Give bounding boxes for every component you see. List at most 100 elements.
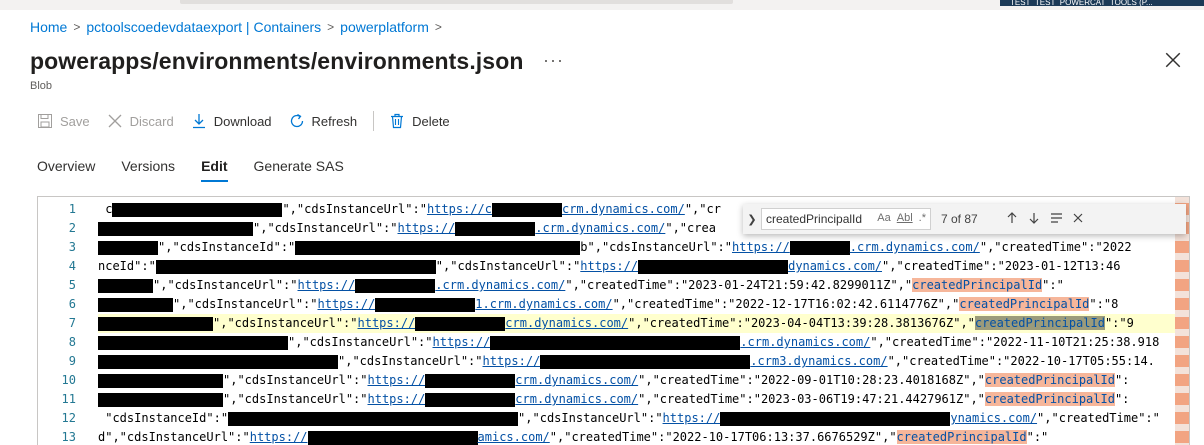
ruler-match-marker <box>1175 393 1189 405</box>
chevron-right-icon: > <box>327 20 335 34</box>
line-number: 11 <box>61 392 76 406</box>
search-match: createdPrincipalId <box>959 297 1090 311</box>
code-token: nceId":" <box>98 259 156 273</box>
code-token: ","cdsInstanceUrl":" <box>435 259 581 273</box>
redaction-block <box>155 259 436 274</box>
url-token: .crm.dynamics.com/ <box>435 278 566 292</box>
chevron-right-icon: > <box>73 20 81 34</box>
match-whole-word-button[interactable]: Abl <box>897 212 913 224</box>
url-token: crm.dynamics.com/ <box>515 373 639 387</box>
url-token: https:// <box>732 240 790 254</box>
tab-edit[interactable]: Edit <box>201 158 228 182</box>
url-token: .crm.dynamics.com/ <box>740 335 871 349</box>
code-line[interactable]: ","cdsInstanceUrl":"https:// .crm.dynamic… <box>98 276 1064 295</box>
line-number: 13 <box>61 430 76 444</box>
save-button[interactable]: Save <box>36 110 90 132</box>
code-line[interactable]: ","cdsInstanceUrl":"https:// crm.dynamics… <box>98 314 1189 333</box>
previous-match-button[interactable] <box>1001 211 1023 227</box>
account-directory[interactable]: TEST_TEST_POWERCAT_TOOLS (P... <box>1000 0 1204 6</box>
line-number: 6 <box>68 297 76 311</box>
redaction-block <box>98 278 153 293</box>
breadcrumb-containers[interactable]: pctoolscoedevdataexport | Containers <box>86 19 321 35</box>
code-token: ","createdTime":" <box>1037 411 1160 425</box>
redaction-block <box>425 373 516 388</box>
code-token: ","cdsInstanceUrl":" <box>223 373 368 387</box>
code-token: ","cdsInstanceId":" <box>158 240 296 254</box>
code-token: ","createdTime":"2022-12-17T16:02:42.611… <box>612 297 960 311</box>
code-line[interactable]: ","cdsInstanceId":" b","cdsInstanceUrl":"… <box>98 238 1132 257</box>
search-match: createdPrincipalId <box>912 278 1043 292</box>
breadcrumb-home[interactable]: Home <box>30 19 67 35</box>
code-token: ":" <box>1026 430 1049 444</box>
delete-button[interactable]: Delete <box>388 110 450 132</box>
overview-ruler[interactable] <box>1175 197 1189 445</box>
selection-lines-icon <box>1050 212 1062 223</box>
code-line[interactable]: ","cdsInstanceUrl":"https:// 1.crm.dynami… <box>98 295 1118 314</box>
more-options-button[interactable]: ··· <box>543 50 564 71</box>
line-number: 3 <box>68 240 76 254</box>
code-token: ","createdTime":"2022-10-17T06:13:37.667… <box>549 430 897 444</box>
close-find-button[interactable] <box>1067 212 1089 226</box>
match-case-button[interactable]: Aa <box>877 212 890 224</box>
search-match: createdPrincipalId <box>896 430 1027 444</box>
delete-label: Delete <box>412 113 450 129</box>
code-line[interactable]: c ","cdsInstanceUrl":"https://c crm.dynami… <box>98 200 721 219</box>
code-line[interactable]: d","cdsInstanceUrl":"https://amics.com/"… <box>98 428 1048 445</box>
use-regex-button[interactable]: .* <box>919 212 926 224</box>
code-line[interactable]: "cdsInstanceId":" ","cdsInstanceUrl":"htt… <box>98 409 1160 428</box>
code-token: ","cdsInstanceUrl":" <box>173 297 318 311</box>
code-line[interactable]: ","cdsInstanceUrl":"https:// .crm.dynamic… <box>98 219 716 238</box>
next-match-button[interactable] <box>1023 212 1045 227</box>
breadcrumb-container[interactable]: powerplatform <box>340 19 429 35</box>
save-label: Save <box>60 113 90 129</box>
url-token: https:// <box>662 411 721 425</box>
url-token: https:// <box>367 373 426 387</box>
discard-icon <box>106 112 124 130</box>
code-token: ","cdsInstanceUrl":" <box>153 278 298 292</box>
find-widget: ❯ createdPrincipalId Aa Abl .* 7 of 87 <box>743 204 1186 234</box>
close-icon[interactable] <box>1164 51 1182 69</box>
download-button[interactable]: Download <box>190 110 272 132</box>
code-line[interactable]: ","cdsInstanceUrl":"https:// crm.dynamics… <box>98 390 1129 409</box>
toolbar-divider <box>373 111 375 131</box>
toggle-replace-button[interactable]: ❯ <box>743 213 761 226</box>
discard-label: Discard <box>129 113 174 129</box>
code-line[interactable]: ","cdsInstanceUrl":"https:// .crm.dynamic… <box>98 333 1159 352</box>
redaction-block <box>98 335 288 350</box>
code-area[interactable]: c ","cdsInstanceUrl":"https://c crm.dynami… <box>98 197 1189 445</box>
line-number: 9 <box>68 354 76 368</box>
code-line[interactable]: ","cdsInstanceUrl":"https:// crm.dynamics… <box>98 371 1129 390</box>
portal-top-bar: TEST_TEST_POWERCAT_TOOLS (P... <box>0 0 1204 10</box>
tab-overview[interactable]: Overview <box>37 158 95 182</box>
redaction-block <box>540 354 751 369</box>
redaction-block <box>295 240 581 255</box>
redaction-block <box>455 221 536 236</box>
global-search-box[interactable] <box>180 0 733 4</box>
url-token: 1.crm.dynamics.com/ <box>475 297 613 311</box>
url-token: https://c <box>426 202 492 216</box>
code-line[interactable]: ","cdsInstanceUrl":"https:// .crm3.dynami… <box>98 352 1155 371</box>
breadcrumb: Home > pctoolscoedevdataexport | Contain… <box>30 19 448 35</box>
code-line[interactable]: nceId":" ","cdsInstanceUrl":"https:// dyna… <box>98 257 1120 276</box>
code-token: ","cr <box>684 202 721 216</box>
tab-generate-sas[interactable]: Generate SAS <box>254 158 344 182</box>
code-editor[interactable]: 1 2 3 4 5 6 7 8 9 10 11 12 13 c ","cdsInstanceUrl":"h… <box>37 196 1190 445</box>
ruler-match-marker <box>1175 317 1189 329</box>
find-in-selection-button[interactable] <box>1045 212 1067 227</box>
blob-tabs: Overview Versions Edit Generate SAS <box>37 158 370 182</box>
refresh-icon <box>288 112 306 130</box>
url-token: https:// <box>357 316 416 330</box>
redaction-block <box>415 316 506 331</box>
redaction-block <box>112 202 283 217</box>
code-token: d","cdsInstanceUrl":" <box>98 430 250 444</box>
tab-versions[interactable]: Versions <box>121 158 175 182</box>
discard-button[interactable]: Discard <box>106 110 174 132</box>
refresh-button[interactable]: Refresh <box>288 110 357 132</box>
redaction-block <box>638 259 789 274</box>
code-token: ","cdsInstanceUrl":" <box>213 316 358 330</box>
save-icon <box>36 112 54 130</box>
code-token: ","createdTime":"2022 <box>979 240 1132 254</box>
url-token: https:// <box>482 354 541 368</box>
find-input-value: createdPrincipalId <box>766 212 863 226</box>
find-input[interactable]: createdPrincipalId Aa Abl .* <box>761 208 931 230</box>
